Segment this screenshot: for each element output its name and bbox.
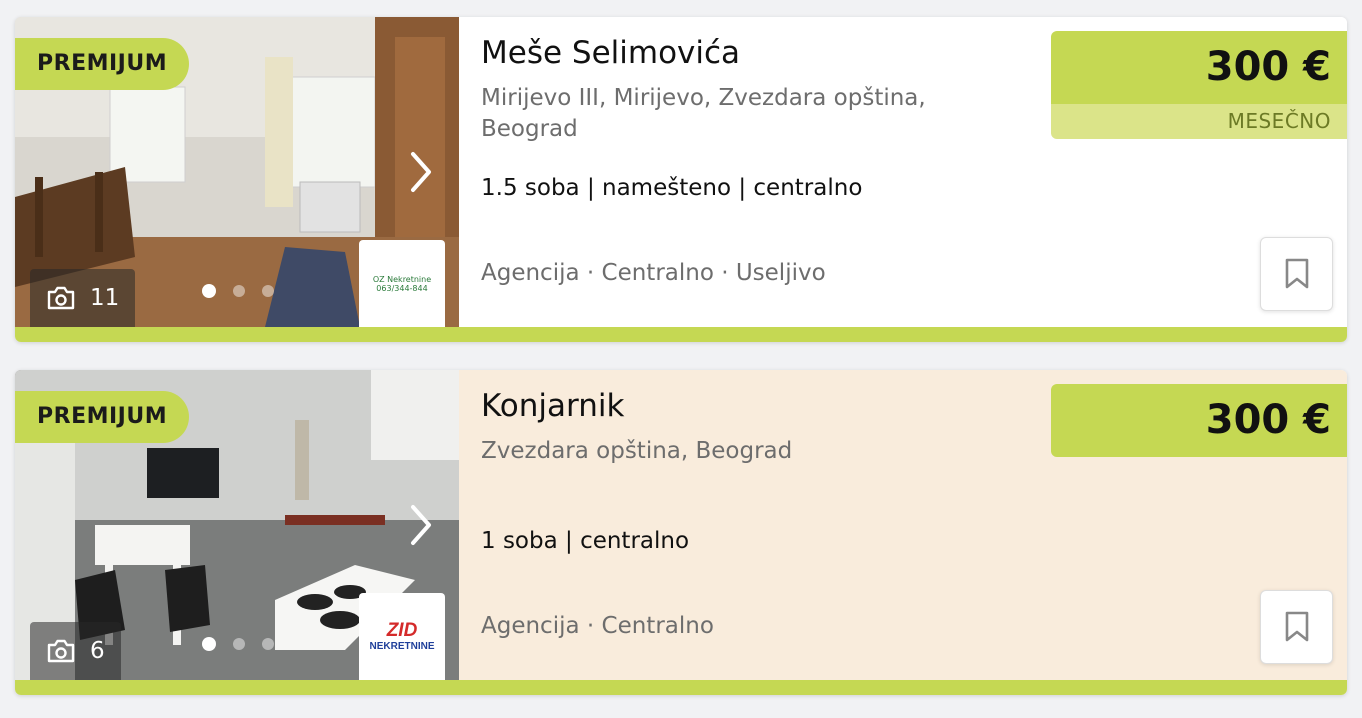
agency-logo[interactable]: ZID NEKRETNINE <box>359 593 445 680</box>
bookmark-button[interactable] <box>1260 237 1333 311</box>
listing-card[interactable]: PREMIJUM 6 ZID NEKRETNINE Konjarnik Zvez… <box>15 370 1347 695</box>
chevron-right-icon[interactable] <box>407 503 435 547</box>
premium-badge: PREMIJUM <box>15 391 190 443</box>
listing-features: 1.5 soba | namešteno | centralno <box>481 175 863 201</box>
listing-location: Zvezdara opština, Beograd <box>481 438 793 464</box>
camera-icon <box>47 286 75 310</box>
carousel-dot[interactable] <box>262 638 274 650</box>
agency-logo-phone: 063/344-844 <box>376 283 428 293</box>
photo-count-value: 11 <box>90 285 120 311</box>
bookmark-icon <box>1285 611 1308 642</box>
listing-tags: Agencija · Centralno <box>481 613 714 639</box>
agency-logo-name: OZ Nekretnine <box>372 274 432 284</box>
listing-title[interactable]: Konjarnik <box>481 388 624 424</box>
carousel-dot-active[interactable] <box>202 284 216 298</box>
photo-count: 6 <box>30 622 121 680</box>
premium-accent-bar <box>15 327 1347 342</box>
listing-title[interactable]: Meše Selimovića <box>481 35 740 71</box>
price-box: 300 € <box>1051 384 1347 457</box>
price-box: 300 € MESEČNO <box>1051 31 1347 139</box>
agency-logo-subtitle: NEKRETNINE <box>369 640 435 652</box>
price-period: MESEČNO <box>1051 104 1347 139</box>
carousel-dot[interactable] <box>262 285 274 297</box>
bookmark-button[interactable] <box>1260 590 1333 664</box>
premium-accent-bar <box>15 680 1347 695</box>
photo-count-value: 6 <box>90 638 105 664</box>
carousel-dot[interactable] <box>233 285 245 297</box>
listing-location: Mirijevo III, Mirijevo, Zvezdara opština… <box>481 85 926 142</box>
price-value: 300 € <box>1051 31 1347 104</box>
listing-photo[interactable]: PREMIJUM 6 ZID NEKRETNINE <box>15 370 459 680</box>
listing-card[interactable]: PREMIJUM 11 OZ Nekretnine 063/344-844 Me… <box>15 17 1347 342</box>
price-value: 300 € <box>1051 384 1347 457</box>
agency-logo[interactable]: OZ Nekretnine 063/344-844 <box>359 240 445 327</box>
listing-info: Konjarnik Zvezdara opština, Beograd 1 so… <box>459 370 1347 680</box>
camera-icon <box>47 639 75 663</box>
bookmark-icon <box>1285 258 1308 289</box>
photo-count: 11 <box>30 269 136 327</box>
carousel-dots <box>202 637 274 651</box>
agency-logo-name: ZID <box>386 619 418 641</box>
carousel-dot-active[interactable] <box>202 637 216 651</box>
carousel-dots <box>202 284 274 298</box>
premium-badge: PREMIJUM <box>15 38 190 90</box>
listing-photo[interactable]: PREMIJUM 11 OZ Nekretnine 063/344-844 <box>15 17 459 327</box>
listing-info: Meše Selimovića Mirijevo III, Mirijevo, … <box>459 17 1347 327</box>
carousel-dot[interactable] <box>233 638 245 650</box>
listing-features: 1 soba | centralno <box>481 528 690 554</box>
listing-tags: Agencija · Centralno · Useljivo <box>481 260 826 286</box>
chevron-right-icon[interactable] <box>407 150 435 194</box>
